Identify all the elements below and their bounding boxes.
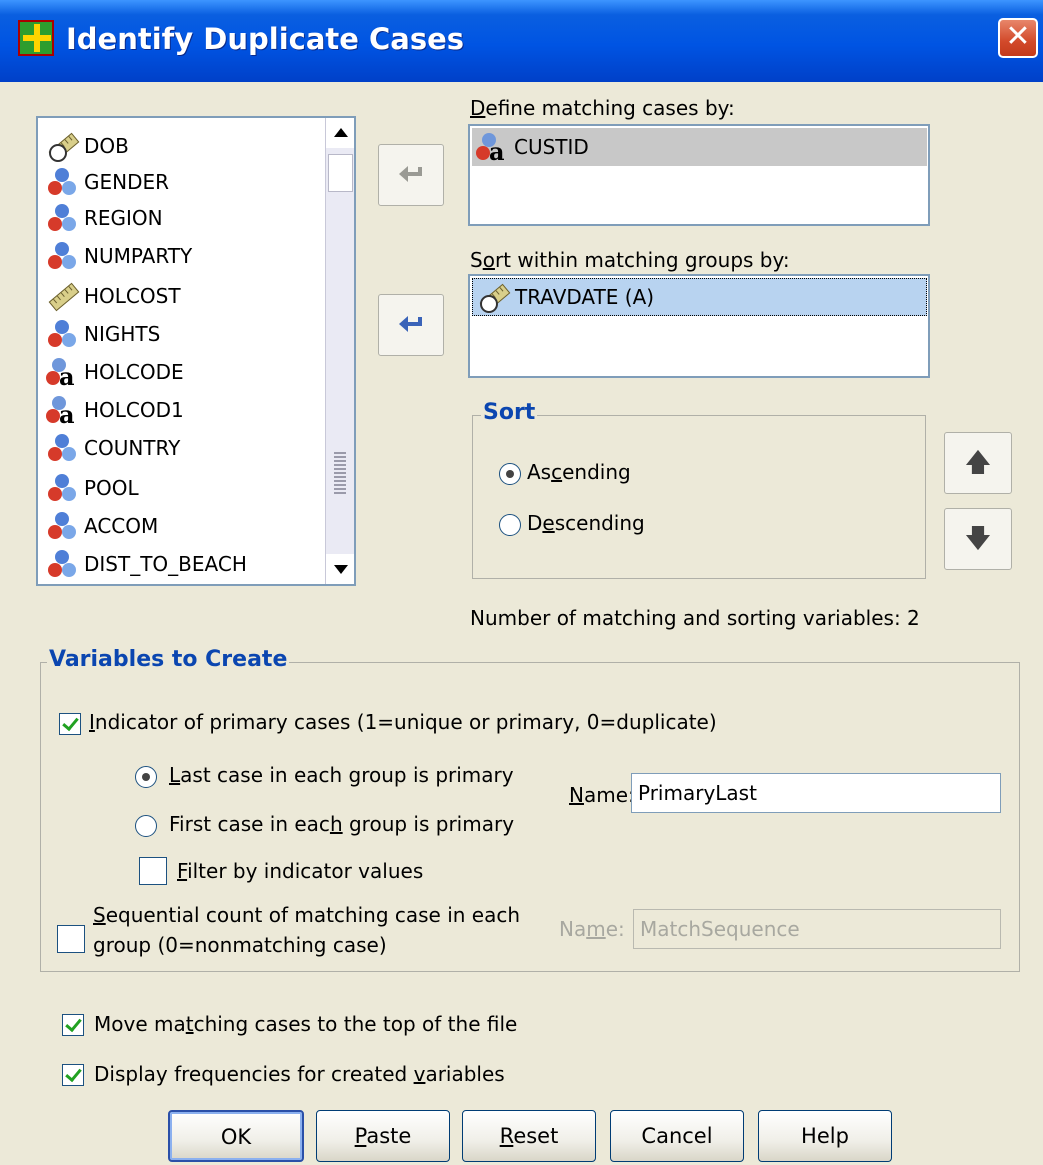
close-button[interactable]: ✕ — [998, 18, 1038, 58]
first-case-radio[interactable] — [135, 815, 157, 837]
list-item[interactable]: POOL — [46, 470, 139, 506]
string-icon: a — [46, 394, 78, 429]
move-up-button[interactable]: 🡅 — [944, 432, 1012, 494]
ascending-label[interactable]: Ascending — [527, 460, 631, 484]
variable-name: TRAVDATE (A) — [515, 285, 655, 309]
list-item[interactable]: a HOLCOD1 — [46, 392, 184, 429]
variable-name: NIGHTS — [84, 322, 161, 346]
variable-name: POOL — [84, 476, 139, 500]
cancel-button[interactable]: Cancel — [610, 1110, 744, 1162]
list-item[interactable]: DIST_TO_BEACH — [46, 546, 247, 582]
variables-to-create-group: Variables to Create Indicator of primary… — [40, 647, 1020, 972]
list-item[interactable]: ACCOM — [46, 508, 158, 544]
last-case-label[interactable]: Last case in each group is primary — [169, 763, 514, 787]
nominal-icon — [46, 548, 78, 580]
string-icon: a — [46, 356, 78, 391]
variable-name: GENDER — [84, 170, 170, 194]
display-frequencies-label[interactable]: Display frequencies for created variable… — [94, 1062, 505, 1086]
filter-checkbox[interactable] — [139, 857, 167, 885]
display-frequencies-checkbox[interactable] — [62, 1064, 84, 1086]
list-item[interactable]: GENDER — [46, 164, 169, 200]
identify-duplicate-cases-dialog: Identify Duplicate Cases ✕ DOB GENDER RE… — [0, 0, 1043, 1165]
list-item[interactable]: HOLCOST — [46, 278, 181, 314]
name-label: Name: — [569, 783, 635, 807]
variable-count-text: Number of matching and sorting variables… — [470, 606, 920, 630]
list-item[interactable]: a CUSTID — [472, 128, 927, 166]
move-down-button[interactable]: 🡇 — [944, 508, 1012, 570]
list-item[interactable]: NUMPARTY — [46, 238, 192, 274]
ascending-radio[interactable] — [499, 463, 521, 485]
move-top-checkbox[interactable] — [62, 1014, 84, 1036]
last-case-radio[interactable] — [135, 766, 157, 788]
arrow-down-icon: 🡇 — [964, 524, 992, 554]
nominal-icon — [46, 202, 78, 234]
scroll-down-arrow-icon[interactable] — [326, 554, 354, 584]
sequence-name-label: Name: — [559, 917, 625, 941]
variable-name: DIST_TO_BEACH — [84, 552, 247, 576]
scroll-thumb[interactable] — [328, 154, 353, 192]
move-to-matching-button[interactable] — [378, 144, 444, 206]
first-case-label[interactable]: First case in each group is primary — [169, 812, 514, 836]
sorting-label: Sort within matching groups by: — [470, 248, 790, 272]
descending-label[interactable]: Descending — [527, 511, 645, 535]
variable-name: COUNTRY — [84, 436, 181, 460]
scale-icon — [46, 280, 80, 312]
arrow-left-icon — [399, 166, 422, 182]
variable-name: REGION — [84, 206, 163, 230]
list-item[interactable]: a HOLCODE — [46, 354, 184, 391]
scroll-up-arrow-icon[interactable] — [326, 118, 354, 148]
source-variable-list[interactable]: DOB GENDER REGION NUMPARTY HOLCOST NIGHT… — [36, 116, 356, 586]
scale-date-icon — [46, 130, 80, 162]
title-bar: Identify Duplicate Cases ✕ — [0, 0, 1043, 82]
variable-name: HOLCODE — [84, 360, 184, 384]
arrow-up-icon: 🡅 — [964, 448, 992, 478]
descending-radio[interactable] — [499, 514, 521, 536]
help-button[interactable]: Help — [758, 1110, 892, 1162]
filter-label[interactable]: Filter by indicator values — [177, 859, 423, 883]
list-item[interactable]: NIGHTS — [46, 316, 160, 352]
sort-group: Sort Ascending Descending — [472, 400, 926, 579]
list-item[interactable]: COUNTRY — [46, 430, 180, 466]
indicator-label[interactable]: Indicator of primary cases (1=unique or … — [89, 710, 717, 734]
scroll-grip-icon[interactable] — [334, 452, 346, 494]
indicator-checkbox[interactable] — [59, 713, 81, 735]
move-top-label[interactable]: Move matching cases to the top of the fi… — [94, 1012, 517, 1036]
sort-group-title: Sort — [481, 400, 538, 425]
sequential-count-checkbox[interactable] — [57, 925, 85, 953]
arrow-left-icon — [399, 316, 422, 332]
list-item[interactable]: TRAVDATE (A) — [472, 278, 927, 316]
paste-button[interactable]: Paste — [316, 1110, 450, 1162]
sequential-count-label-line1[interactable]: Sequential count of matching case in eac… — [93, 903, 520, 927]
nominal-icon — [46, 432, 78, 464]
nominal-icon — [46, 472, 78, 504]
matching-label: Define matching cases by: — [470, 96, 735, 120]
scale-date-icon — [477, 281, 511, 313]
nominal-icon — [46, 240, 78, 272]
nominal-icon — [46, 166, 78, 198]
list-item[interactable]: DOB — [46, 128, 129, 164]
list-item[interactable]: REGION — [46, 200, 163, 236]
variable-name: NUMPARTY — [84, 244, 193, 268]
sequential-count-label-line2[interactable]: group (0=nonmatching case) — [93, 933, 387, 957]
string-icon: a — [476, 131, 508, 166]
dialog-title: Identify Duplicate Cases — [66, 22, 465, 56]
variable-name: HOLCOST — [84, 284, 181, 308]
move-to-sorting-button[interactable] — [378, 294, 444, 356]
indicator-name-field[interactable]: PrimaryLast — [631, 773, 1001, 813]
sorting-variables-list[interactable]: TRAVDATE (A) — [468, 274, 930, 378]
variables-to-create-title: Variables to Create — [47, 647, 290, 672]
reset-button[interactable]: Reset — [462, 1110, 596, 1162]
variable-name: HOLCOD1 — [84, 398, 184, 422]
nominal-icon — [46, 510, 78, 542]
app-icon — [18, 20, 54, 56]
variable-name: ACCOM — [84, 514, 159, 538]
variable-name: DOB — [84, 134, 129, 158]
ok-button[interactable]: OK — [168, 1110, 304, 1162]
sequence-name-field: MatchSequence — [633, 909, 1001, 949]
nominal-icon — [46, 318, 78, 350]
matching-variables-list[interactable]: a CUSTID — [468, 124, 930, 226]
variable-name: CUSTID — [514, 135, 589, 159]
vertical-scrollbar[interactable] — [325, 118, 354, 584]
